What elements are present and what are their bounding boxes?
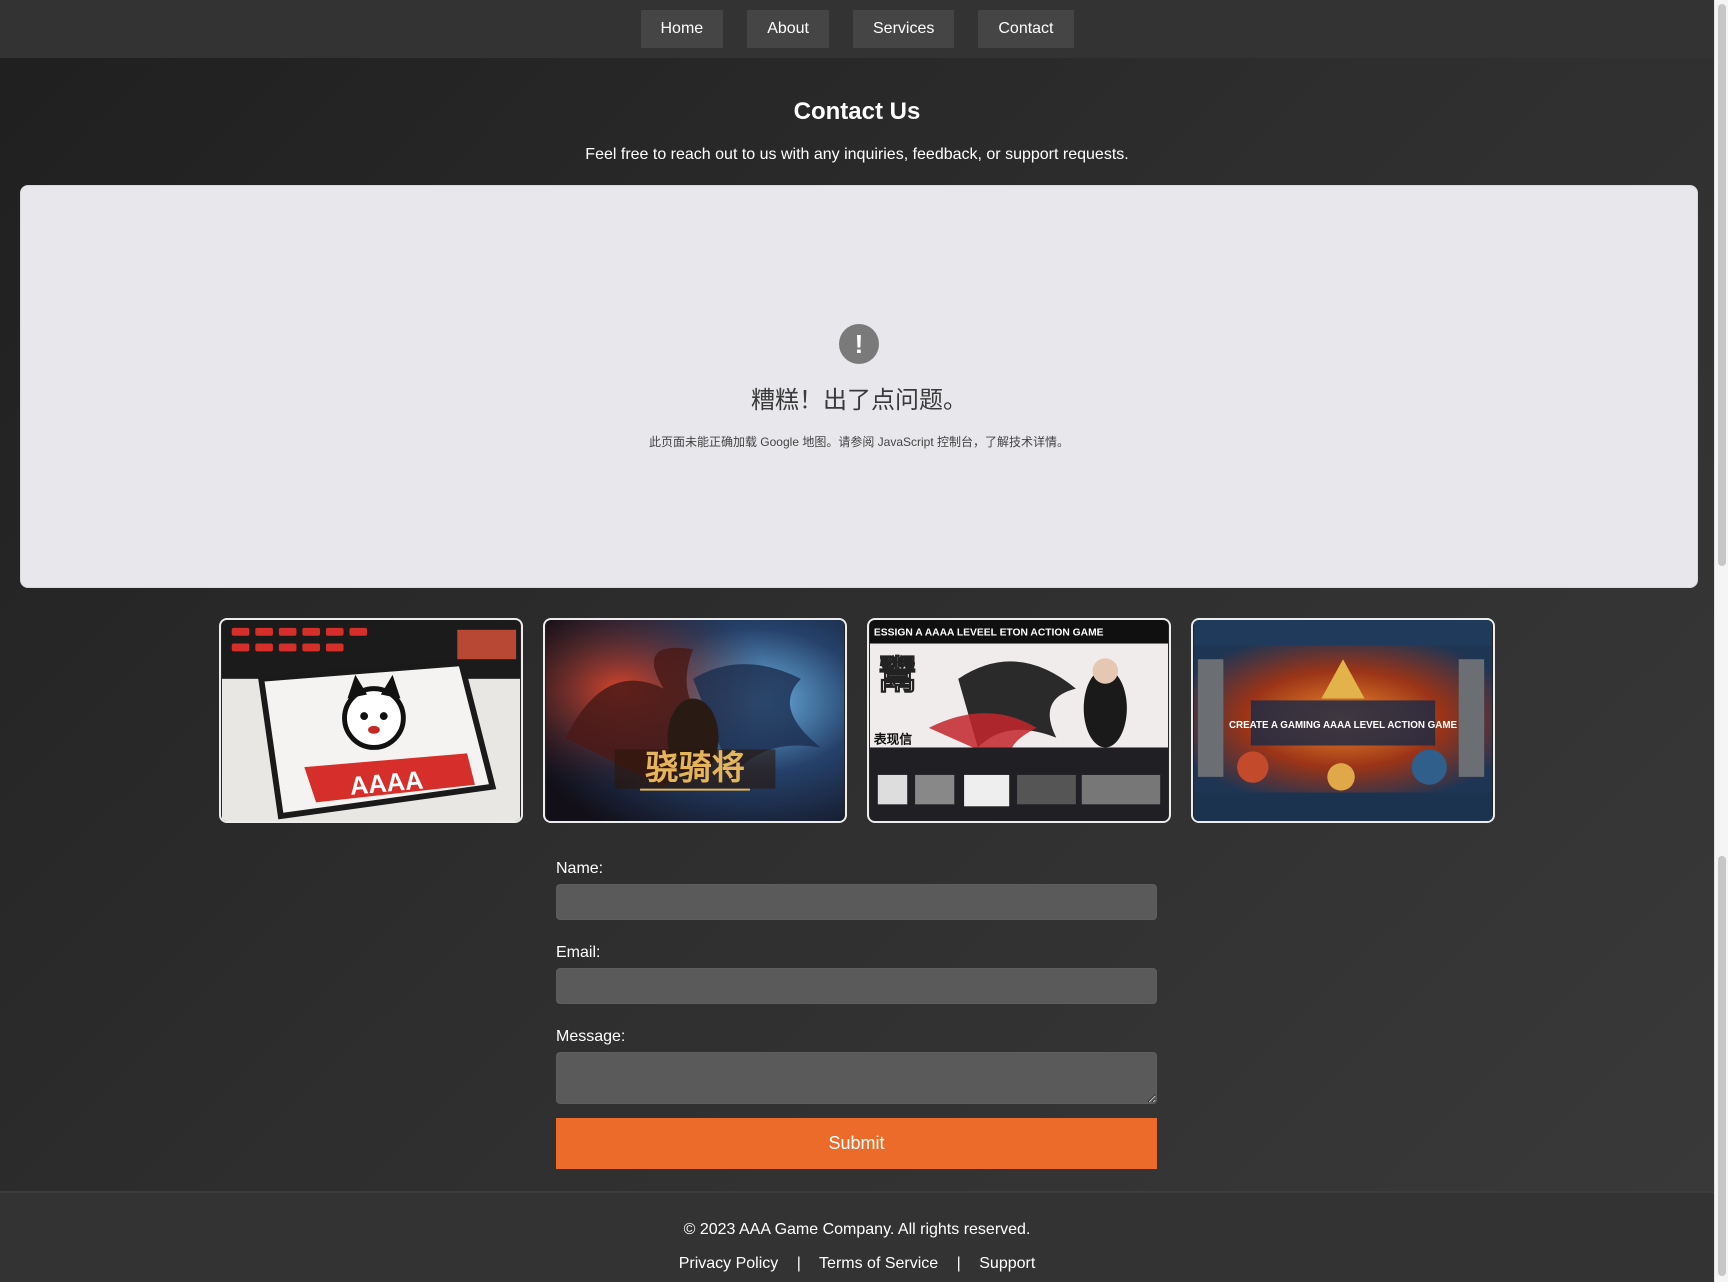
nav-services-link[interactable]: Services <box>853 10 955 48</box>
support-link[interactable]: Support <box>979 1255 1035 1272</box>
gallery-image-1-art: AAAA <box>221 620 521 821</box>
page-title: Contact Us <box>793 98 921 125</box>
map-error-heading: 糟糕！出了点问题。 <box>751 387 967 414</box>
alert-circle-icon: ! <box>839 324 879 364</box>
page-subtitle: Feel free to reach out to us with any in… <box>585 146 1129 163</box>
privacy-policy-link[interactable]: Privacy Policy <box>679 1255 779 1272</box>
map-embed-error: ! 糟糕！出了点问题。 此页面未能正确加载 Google 地图。请参阅 Java… <box>20 185 1698 588</box>
gallery-image-3[interactable]: ESSIGN A AAAA LEVEEL ETON ACTION GAME 鬻 … <box>867 618 1171 823</box>
email-label: Email: <box>556 944 601 961</box>
gallery-image-2-caption: 骁骑将 <box>645 748 745 787</box>
message-textarea[interactable] <box>556 1052 1157 1104</box>
name-label: Name: <box>556 860 604 877</box>
copyright-text: © 2023 AAA Game Company. All rights rese… <box>683 1221 1031 1238</box>
svg-text:鬻: 鬻 <box>878 653 917 699</box>
terms-of-service-link[interactable]: Terms of Service <box>819 1255 938 1272</box>
gallery-image-3-caption: ESSIGN A AAAA LEVEEL ETON ACTION GAME <box>874 628 1104 639</box>
footer-separator: | <box>956 1255 961 1272</box>
gallery-image-2-art: 骁骑将 <box>545 620 845 821</box>
page-scrollbar[interactable] <box>1714 0 1728 1282</box>
submit-button[interactable]: Submit <box>556 1118 1157 1169</box>
gallery-image-2[interactable]: 骁骑将 <box>543 618 847 823</box>
name-input[interactable] <box>556 884 1157 920</box>
gallery-image-1[interactable]: AAAA <box>219 618 523 823</box>
map-error-message: 此页面未能正确加载 Google 地图。请参阅 JavaScript 控制台，了… <box>648 435 1070 449</box>
nav-home-link[interactable]: Home <box>640 10 724 48</box>
nav-contact-link[interactable]: Contact <box>978 10 1074 48</box>
footer-links: Privacy Policy | Terms of Service | Supp… <box>0 1255 1714 1273</box>
gallery-image-4-caption: CREATE A GAMING AAAA LEVEL ACTION GAME <box>1229 720 1458 731</box>
email-input[interactable] <box>556 968 1157 1004</box>
nav-about-link[interactable]: About <box>747 10 829 48</box>
scrollbar-thumb-lower[interactable] <box>1718 856 1726 1276</box>
scrollbar-thumb[interactable] <box>1718 4 1726 566</box>
message-label: Message: <box>556 1028 626 1045</box>
contact-form: Name: Email: Message: Submit <box>556 860 1157 1169</box>
gallery-image-4-art: CREATE A GAMING AAAA LEVEL ACTION GAME <box>1193 620 1493 821</box>
gallery-image-4[interactable]: CREATE A GAMING AAAA LEVEL ACTION GAME <box>1191 618 1495 823</box>
top-nav: Home About Services Contact <box>0 0 1714 58</box>
svg-text:表现信: 表现信 <box>874 732 912 748</box>
footer-separator: | <box>796 1255 801 1272</box>
gallery-image-3-art: ESSIGN A AAAA LEVEEL ETON ACTION GAME 鬻 … <box>869 620 1169 821</box>
page-footer: © 2023 AAA Game Company. All rights rese… <box>0 1191 1714 1282</box>
